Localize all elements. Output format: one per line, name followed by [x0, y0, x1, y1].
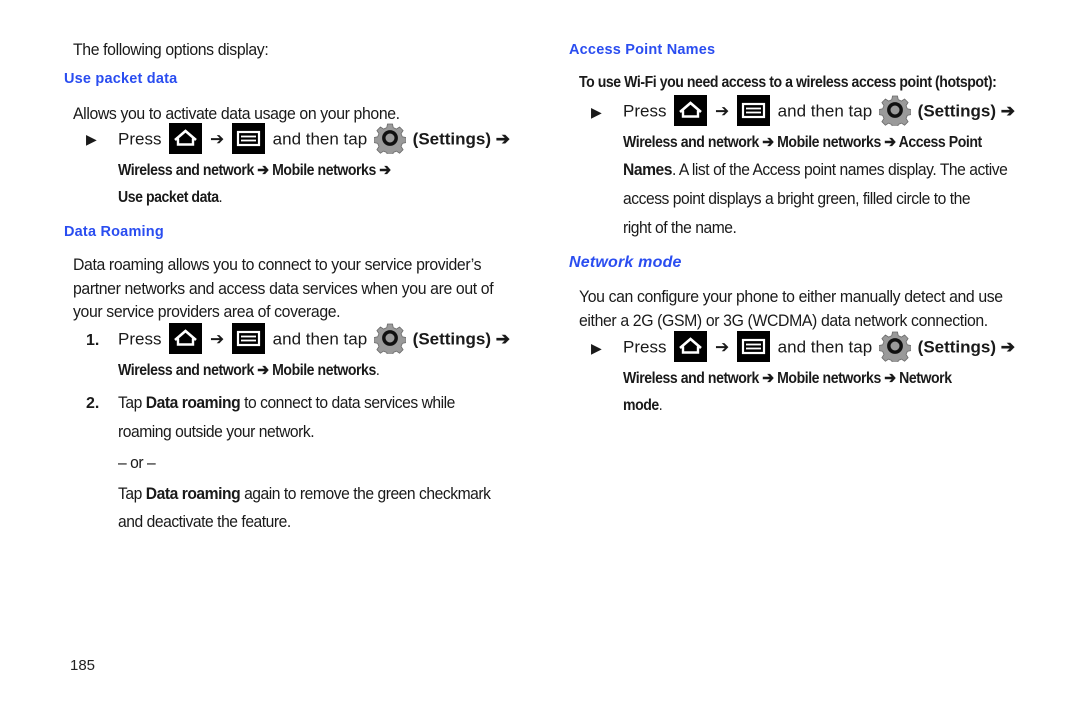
press-text: Press [623, 337, 667, 357]
packet-path-line1: Wireless and network ➔ Mobile networks ➔ [118, 162, 391, 179]
menu-key-icon [232, 323, 265, 354]
period: . [375, 362, 380, 379]
settings-label: (Settings) ➔ [917, 101, 1016, 121]
then-tap-text: and then tap [272, 329, 368, 349]
press-text: Press [118, 129, 162, 149]
network-step: ▶ [591, 340, 602, 358]
arrow-icon: ➔ [209, 329, 225, 349]
network-step-line1: Press ➔ and then tap (Settings) ➔ [623, 332, 1015, 364]
settings-gear-icon [879, 330, 911, 362]
settings-label: (Settings) ➔ [412, 129, 511, 149]
home-key-icon [674, 95, 707, 126]
network-desc-line2: either a 2G (GSM) or 3G (WCDMA) data net… [579, 311, 988, 330]
press-text: Press [623, 101, 667, 121]
apn-line2-rest: . A list of the Access point names displ… [672, 160, 1008, 179]
settings-gear-icon [374, 122, 406, 154]
or-separator: – or – [118, 453, 156, 472]
apn-line4: right of the name. [623, 218, 737, 237]
apn-path-line1: Wireless and network ➔ Mobile networks ➔… [623, 134, 982, 151]
roaming-step1-path: Wireless and network ➔ Mobile networks. [118, 360, 380, 380]
home-key-icon [169, 123, 202, 154]
arrow-icon: ➔ [714, 337, 730, 357]
settings-label: (Settings) ➔ [412, 329, 511, 349]
heading-use-packet-data: Use packet data [64, 71, 178, 87]
bullet-icon: ▶ [591, 340, 602, 356]
apn-intro: To use Wi-Fi you need access to a wirele… [579, 74, 997, 91]
menu-key-icon [737, 95, 770, 126]
tap-text: Tap [118, 484, 142, 503]
heading-data-roaming: Data Roaming [64, 224, 164, 240]
packet-step: ▶ [86, 131, 97, 149]
network-path-line1: Wireless and network ➔ Mobile networks ➔… [623, 370, 952, 387]
period: . [218, 189, 223, 206]
home-key-icon [169, 323, 202, 354]
arrow-icon: ➔ [209, 129, 225, 149]
bullet-icon: ▶ [591, 104, 602, 120]
settings-gear-icon [374, 322, 406, 354]
apn-step-line1: Press ➔ and then tap (Settings) ➔ [623, 96, 1015, 128]
then-tap-text: and then tap [777, 337, 873, 357]
roaming-path: Wireless and network ➔ Mobile networks [118, 362, 376, 379]
roaming-desc-line1: Data roaming allows you to connect to yo… [73, 255, 482, 274]
then-tap-text: and then tap [777, 101, 873, 121]
roaming-step2-line1: Tap Data roaming to connect to data serv… [118, 393, 455, 413]
packet-step-line1: Press ➔ and then tap (Settings) ➔ [118, 124, 510, 156]
period: . [658, 397, 663, 414]
packet-description: Allows you to activate data usage on you… [73, 104, 400, 123]
menu-key-icon [737, 331, 770, 362]
packet-path-line2: Use packet data. [118, 189, 223, 207]
roaming-step1-line1: Press ➔ and then tap (Settings) ➔ [118, 324, 510, 356]
arrow-icon: ➔ [714, 101, 730, 121]
heading-access-point-names: Access Point Names [569, 42, 716, 58]
roaming-alt-line1: Tap Data roaming again to remove the gre… [118, 484, 491, 504]
roaming-desc-line3: your service providers area of coverage. [73, 302, 341, 321]
data-roaming-term: Data roaming [145, 393, 241, 412]
home-key-icon [674, 331, 707, 362]
roaming-desc-line2: partner networks and access data service… [73, 279, 494, 298]
settings-label: (Settings) ➔ [917, 337, 1016, 357]
tap-text: Tap [118, 393, 142, 412]
network-path-line2: mode. [623, 397, 663, 415]
network-desc-line1: You can configure your phone to either m… [579, 287, 1003, 306]
step-number-2: 2. [86, 395, 100, 412]
step-number-1: 1. [86, 332, 100, 349]
intro-text: The following options display: [73, 40, 269, 59]
page-number: 185 [70, 657, 96, 674]
roaming-alt-line2: and deactivate the feature. [118, 512, 291, 531]
alt-rest: again to remove the green checkmark [244, 484, 491, 503]
settings-gear-icon [879, 94, 911, 126]
menu-key-icon [232, 123, 265, 154]
packet-path-target: Use packet data [118, 189, 219, 206]
apn-step: ▶ [591, 104, 602, 122]
data-roaming-term: Data roaming [145, 484, 241, 503]
apn-path-line2: Names. A list of the Access point names … [623, 160, 1008, 180]
apn-path-target: Names [623, 160, 673, 179]
then-tap-text: and then tap [272, 129, 368, 149]
roaming-step2-line2: roaming outside your network. [118, 422, 315, 441]
bullet-icon: ▶ [86, 131, 97, 147]
press-text: Press [118, 329, 162, 349]
heading-network-mode: Network mode [569, 254, 682, 271]
apn-line3: access point displays a bright green, fi… [623, 189, 971, 208]
network-path-target: mode [623, 397, 659, 414]
step2-rest: to connect to data services while [244, 393, 455, 412]
